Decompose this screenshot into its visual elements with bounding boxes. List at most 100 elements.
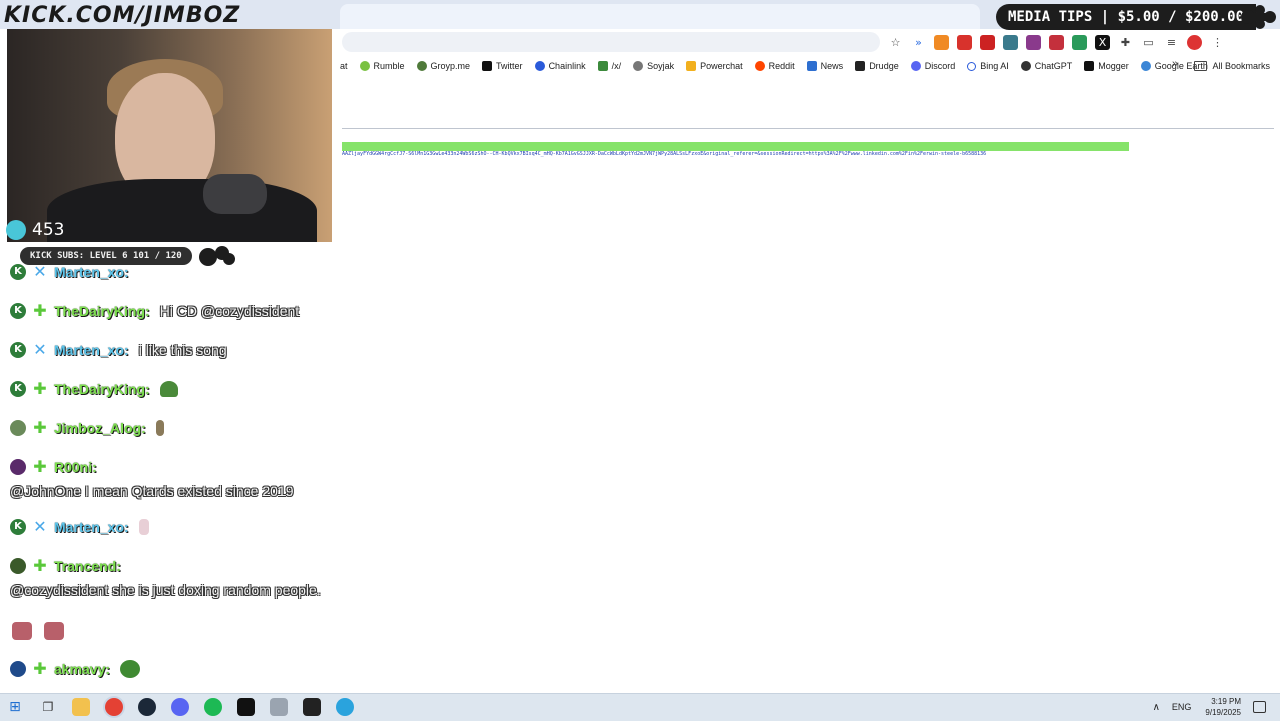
cast-icon[interactable]: ▭: [1141, 35, 1156, 50]
file-explorer-icon[interactable]: [72, 698, 90, 716]
chat-username[interactable]: Trancend:: [54, 558, 121, 574]
steam-icon[interactable]: [138, 698, 156, 716]
extension-icon[interactable]: [1003, 34, 1018, 50]
chat-message: ✚ Trancend:: [10, 558, 131, 574]
bookmark-item[interactable]: Powerchat: [686, 61, 743, 71]
user-badge-icon: [10, 661, 26, 677]
app-icon[interactable]: [270, 698, 288, 716]
extension-icon[interactable]: [980, 34, 995, 50]
viewers-icon: [6, 220, 26, 240]
chat-username[interactable]: TheDairyKing:: [54, 303, 150, 319]
chat-message: K ✚ TheDairyKing:: [10, 381, 178, 397]
taskbar: ⊞ ❐ ∧ ENG 3:19 PM 9/19/2025: [0, 693, 1280, 721]
profile-avatar[interactable]: [1187, 34, 1202, 50]
windows-start-icon[interactable]: ⊞: [6, 698, 24, 716]
chat-message: K ✚ TheDairyKing: Hi CD @cozydissident: [10, 303, 299, 319]
discord-icon[interactable]: [171, 698, 189, 716]
logo-icon: [1241, 5, 1276, 29]
bookmark-item[interactable]: Drudge: [855, 61, 899, 71]
bottle-emote-icon: [155, 420, 164, 436]
bookmark-item[interactable]: Rumble: [359, 61, 405, 71]
toolbar-icons: ☆ » X ✚ ▭ ≡ ⋮: [888, 33, 1225, 51]
chat-message: K ✕ Marten_xo:: [10, 519, 149, 535]
frog-emote-icon: [159, 381, 178, 397]
spotify-icon[interactable]: [204, 698, 222, 716]
chat-username[interactable]: Marten_xo:: [54, 519, 129, 535]
chat-emotes: [12, 622, 64, 640]
kick-badge-icon: K: [10, 381, 26, 397]
bookmarks-overflow-icon[interactable]: »: [1172, 58, 1178, 70]
kick-badge-icon: K: [10, 303, 26, 319]
menu-icon[interactable]: ⋮: [1210, 35, 1225, 50]
pepe-emote-icon: [44, 622, 64, 640]
chrome-icon[interactable]: [105, 698, 123, 716]
chat-username[interactable]: TheDairyKing:: [54, 381, 150, 397]
bookmark-item[interactable]: Twitter: [482, 61, 523, 71]
address-bar[interactable]: [342, 32, 880, 52]
extension-icon[interactable]: [957, 34, 972, 50]
adobe-icon[interactable]: [303, 698, 321, 716]
soyjak-icon: [633, 61, 644, 71]
chat-username[interactable]: akmavy:: [54, 661, 110, 677]
all-bookmarks[interactable]: All Bookmarks: [1194, 56, 1270, 76]
clock-time: 3:19 PM: [1211, 697, 1241, 706]
chainlink-icon: [534, 61, 545, 71]
language-indicator[interactable]: ENG: [1172, 702, 1192, 712]
taskbar-apps: ⊞ ❐: [6, 698, 354, 716]
bookmark-item[interactable]: /x/: [597, 61, 621, 71]
reading-list-icon[interactable]: ≡: [1164, 35, 1179, 50]
extension-icon[interactable]: [1072, 34, 1087, 50]
kick-badge-icon: K: [10, 519, 26, 535]
bookmark-item[interactable]: Mogger: [1084, 61, 1129, 71]
user-badge-icon: [10, 420, 26, 436]
bookmark-item[interactable]: Discord: [910, 61, 955, 71]
chat-text: i like this song: [138, 342, 227, 358]
globe-icon: [1140, 61, 1151, 71]
bookmark-item[interactable]: ChatGPT: [1020, 61, 1072, 71]
bookmark-item[interactable]: Soyjak: [633, 61, 674, 71]
mogger-icon: [1084, 61, 1095, 71]
discord-icon: [910, 61, 921, 71]
bookmark-item[interactable]: News: [806, 61, 843, 71]
chatgpt-icon: [1020, 61, 1031, 71]
terminal-icon[interactable]: [237, 698, 255, 716]
progress-bar: [342, 142, 1129, 151]
puzzle-icon[interactable]: ✚: [1118, 35, 1133, 50]
subscriber-icon: ✚: [33, 457, 47, 476]
clock[interactable]: 3:19 PM 9/19/2025: [1205, 696, 1241, 718]
extension-icon[interactable]: [1026, 34, 1041, 50]
chat-username[interactable]: R00ni:: [54, 459, 97, 475]
chat-username[interactable]: Marten_xo:: [54, 342, 129, 358]
x-icon[interactable]: X: [1095, 34, 1110, 50]
drudge-icon: [855, 61, 866, 71]
bookmark-item[interactable]: Groyp.me: [416, 61, 470, 71]
active-tab[interactable]: [340, 4, 980, 29]
extension-icon[interactable]: [1049, 34, 1064, 50]
microphone: [203, 174, 267, 214]
chat-message: ✚ Jimboz_Alog:: [10, 420, 164, 436]
chat-username[interactable]: Jimboz_Alog:: [54, 420, 146, 436]
bookmark-item[interactable]: Reddit: [754, 61, 795, 71]
folder-icon: [1194, 61, 1208, 71]
webcam-person: [47, 179, 317, 242]
star-icon[interactable]: ☆: [888, 35, 903, 50]
x-icon: [482, 61, 493, 71]
notification-icon[interactable]: [1253, 701, 1266, 713]
chat-text: @JohnOne I mean Qtards existed since 201…: [10, 483, 294, 499]
bookmark-item[interactable]: Bing AI: [967, 61, 1009, 71]
telegram-icon[interactable]: [336, 698, 354, 716]
user-badge-icon: [10, 558, 26, 574]
chat-text: Hi CD @cozydissident: [159, 303, 300, 319]
bookmark-item[interactable]: Chainlink: [534, 61, 586, 71]
metamask-icon[interactable]: [934, 34, 949, 50]
task-view-icon[interactable]: ❐: [39, 698, 57, 716]
chevron-up-icon[interactable]: ∧: [1153, 702, 1160, 713]
subscriber-icon: ✚: [33, 301, 47, 320]
chat-message: K ✕ Marten_xo:: [10, 264, 139, 280]
extension-icon[interactable]: »: [911, 35, 926, 50]
chat-username[interactable]: Marten_xo:: [54, 264, 129, 280]
sword-icon: ✕: [33, 262, 47, 281]
bookmark-item[interactable]: at: [340, 61, 348, 71]
kick-badge-icon: K: [10, 342, 26, 358]
page-url-text: AAZljayFYdGGW4rgCcfJ7-S6lMn1G3GwLe433n24…: [342, 151, 987, 157]
